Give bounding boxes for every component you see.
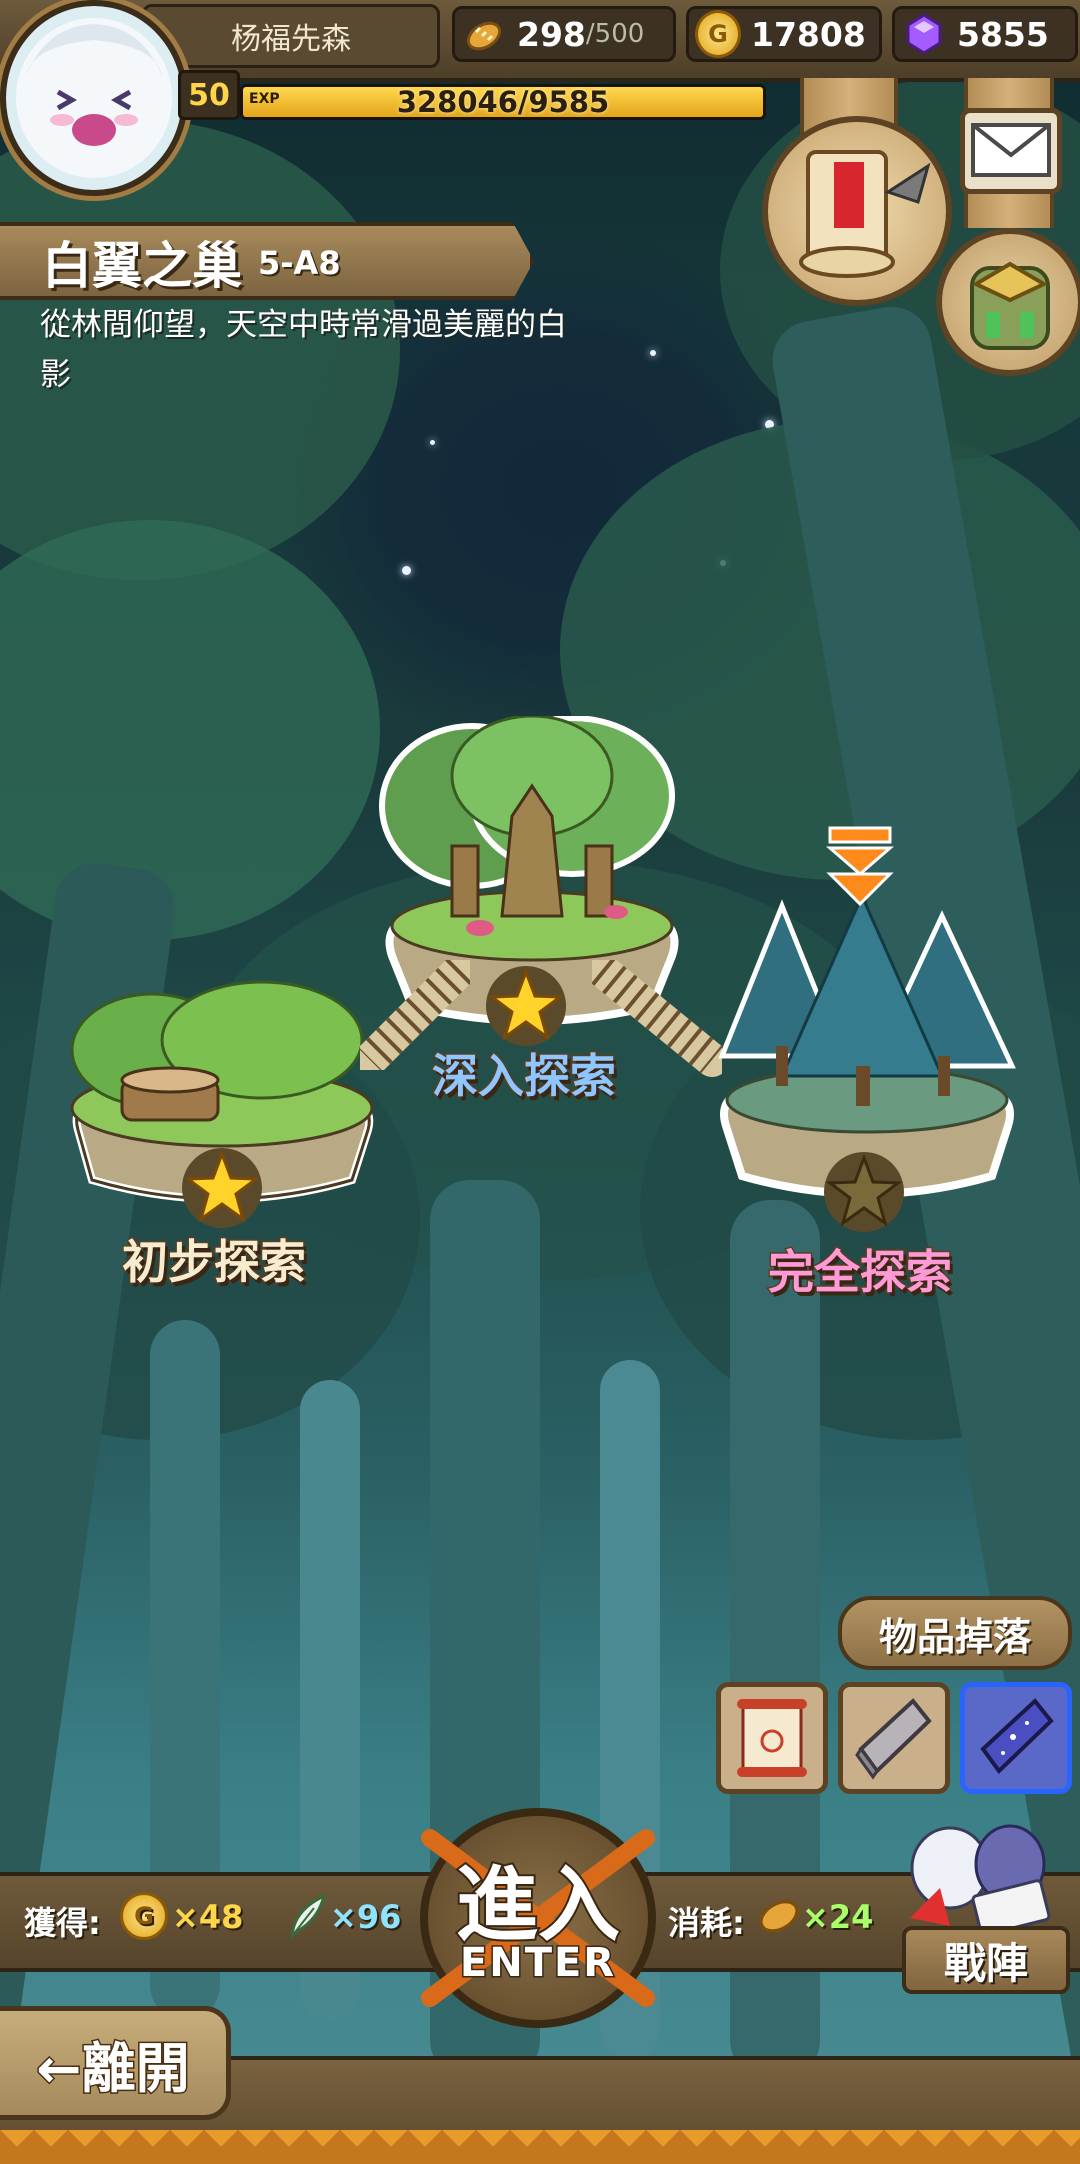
star-earned-icon (182, 1148, 262, 1228)
gold-coin-icon: G (695, 10, 741, 58)
bread-icon (759, 1899, 799, 1933)
item-drop-title: 物品掉落 (838, 1596, 1072, 1670)
stone-slab-item-icon (855, 1698, 932, 1780)
leave-button[interactable]: ←離開 (0, 2006, 231, 2120)
current-stage-arrow-icon (825, 826, 895, 907)
crystal-slab-item-icon (980, 1698, 1054, 1775)
island-initial-explore[interactable] (62, 980, 382, 1228)
stage-title: 白翼之巢 (42, 237, 242, 295)
island-label-initial: 初步探索 (121, 1234, 308, 1291)
gold-value: 17808 (751, 14, 866, 54)
drop-item-slot[interactable] (716, 1682, 828, 1794)
exp-bar: EXP 328046/9585 (240, 84, 766, 120)
gold-reward: ×48 (172, 1898, 244, 1936)
star-unearned-icon (824, 1152, 904, 1232)
bread-icon (461, 11, 507, 57)
team-formation-label: 戰陣 (902, 1926, 1070, 1994)
cost-label: 消耗: (668, 1904, 745, 1942)
gem-counter[interactable]: 5855 (892, 6, 1078, 62)
feather-icon (290, 1893, 327, 1940)
stamina-counter[interactable]: 298/500 (452, 6, 676, 62)
star-earned-icon (486, 966, 566, 1046)
gain-label: 獲得: (24, 1904, 101, 1942)
backpack-icon (970, 261, 1050, 350)
rope-bridge-right (592, 960, 722, 1077)
player-level: 50 (178, 70, 240, 120)
stamina-max: /500 (585, 19, 645, 49)
stage-description: 從林間仰望，天空中時常滑過美麗的白影 (40, 307, 567, 393)
drop-item-slot[interactable] (838, 1682, 950, 1794)
enter-sublabel: ENTER (458, 1939, 617, 1988)
sky-star (402, 566, 411, 575)
purple-gem-icon (901, 11, 947, 57)
bag-button[interactable] (936, 228, 1080, 376)
enter-button[interactable]: 進入 ENTER (420, 1808, 656, 2028)
stage-code: 5-A8 (258, 244, 341, 282)
gold-counter[interactable]: G 17808 (686, 6, 882, 62)
quest-button[interactable] (762, 116, 952, 306)
player-avatar[interactable] (0, 0, 188, 196)
feather-reward: ×96 (330, 1898, 402, 1936)
quest-scroll-icon (799, 150, 931, 278)
island-label-full: 完全探索 (767, 1244, 954, 1301)
stamina-value: 298 (517, 14, 586, 54)
footer-zigzag-trim (0, 2130, 1080, 2164)
gold-coin-icon: G (120, 1892, 168, 1940)
sky-star (430, 440, 435, 445)
stamina-cost: ×24 (802, 1898, 874, 1936)
rope-bridge-left (360, 960, 470, 1070)
scroll-item-icon (737, 1699, 807, 1777)
drop-item-slot[interactable] (960, 1682, 1072, 1794)
team-characters-icon (910, 1824, 1051, 1937)
gem-value: 5855 (957, 14, 1049, 54)
player-name[interactable]: 杨福先森 (142, 4, 440, 68)
exp-value: 328046/9585 (396, 85, 610, 119)
team-formation-button[interactable]: 戰陣 (880, 1808, 1076, 1998)
mail-button[interactable] (960, 108, 1062, 194)
mail-envelope-icon (971, 123, 1051, 177)
island-full-explore[interactable] (712, 892, 1022, 1232)
sky-star (650, 350, 656, 356)
